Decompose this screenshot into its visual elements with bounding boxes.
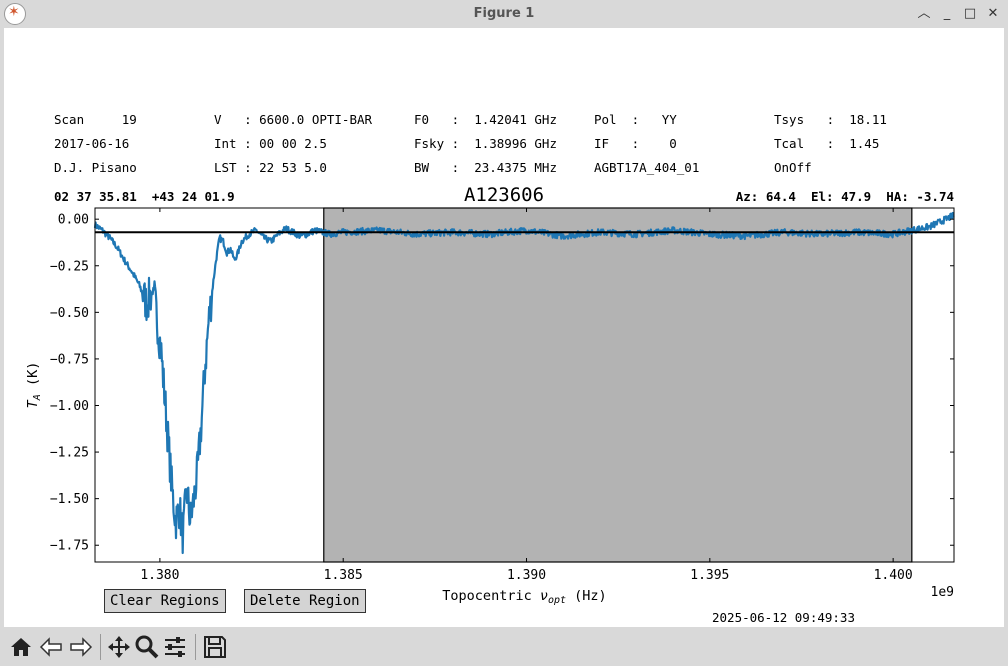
clear-regions-button[interactable]: Clear Regions [104, 589, 226, 613]
spectrum-plot[interactable]: 1.380 1.385 1.390 1.395 1.400 0.00 −0.25 −0.50 −… [4, 28, 1004, 627]
forward-icon[interactable] [68, 634, 94, 660]
window-title: Figure 1 [473, 6, 535, 21]
x-tick-label: 1.390 [507, 568, 546, 583]
y-tick-label: −1.75 [50, 539, 89, 554]
chevron-up-icon[interactable]: ︿ [915, 4, 933, 24]
y-tick-label: −1.50 [50, 492, 89, 507]
navigation-toolbar [0, 628, 1008, 666]
y-tick-label: −1.25 [50, 446, 89, 461]
y-tick-label: −0.50 [50, 306, 89, 321]
excluded-region [323, 207, 913, 563]
maximize-icon[interactable]: □ [961, 4, 979, 24]
y-tick-label: −0.75 [50, 352, 89, 367]
save-icon[interactable] [202, 634, 228, 660]
y-tick-label: 0.00 [58, 213, 89, 228]
timestamp: 2025-06-12 09:49:33 [712, 610, 855, 625]
delete-region-button[interactable]: Delete Region [244, 589, 366, 613]
minimize-icon[interactable]: _ [938, 4, 956, 24]
close-icon[interactable]: ✕ [984, 4, 1002, 24]
configure-icon[interactable] [162, 634, 188, 660]
y-axis-label: TA (K) [25, 362, 43, 409]
x-tick-label: 1.395 [690, 568, 729, 583]
toolbar-separator [195, 634, 196, 660]
zoom-icon[interactable] [134, 634, 160, 660]
toolbar-separator [100, 634, 101, 660]
back-icon[interactable] [38, 634, 64, 660]
x-tick-label: 1.385 [324, 568, 363, 583]
home-icon[interactable] [8, 634, 34, 660]
y-tick-label: −1.00 [50, 399, 89, 414]
x-tick-label: 1.400 [874, 568, 913, 583]
x-axis-label: Topocentric νopt (Hz) [442, 588, 606, 606]
pan-icon[interactable] [106, 634, 132, 660]
figure-canvas: Scan 19 2017-06-16 D.J. Pisano V : 6600.… [4, 28, 1004, 627]
title-bar: ✶ Figure 1 ︿ _ □ ✕ [0, 0, 1008, 28]
x-tick-label: 1.380 [140, 568, 179, 583]
y-tick-label: −0.25 [50, 259, 89, 274]
x-offset-label: 1e9 [931, 585, 954, 600]
